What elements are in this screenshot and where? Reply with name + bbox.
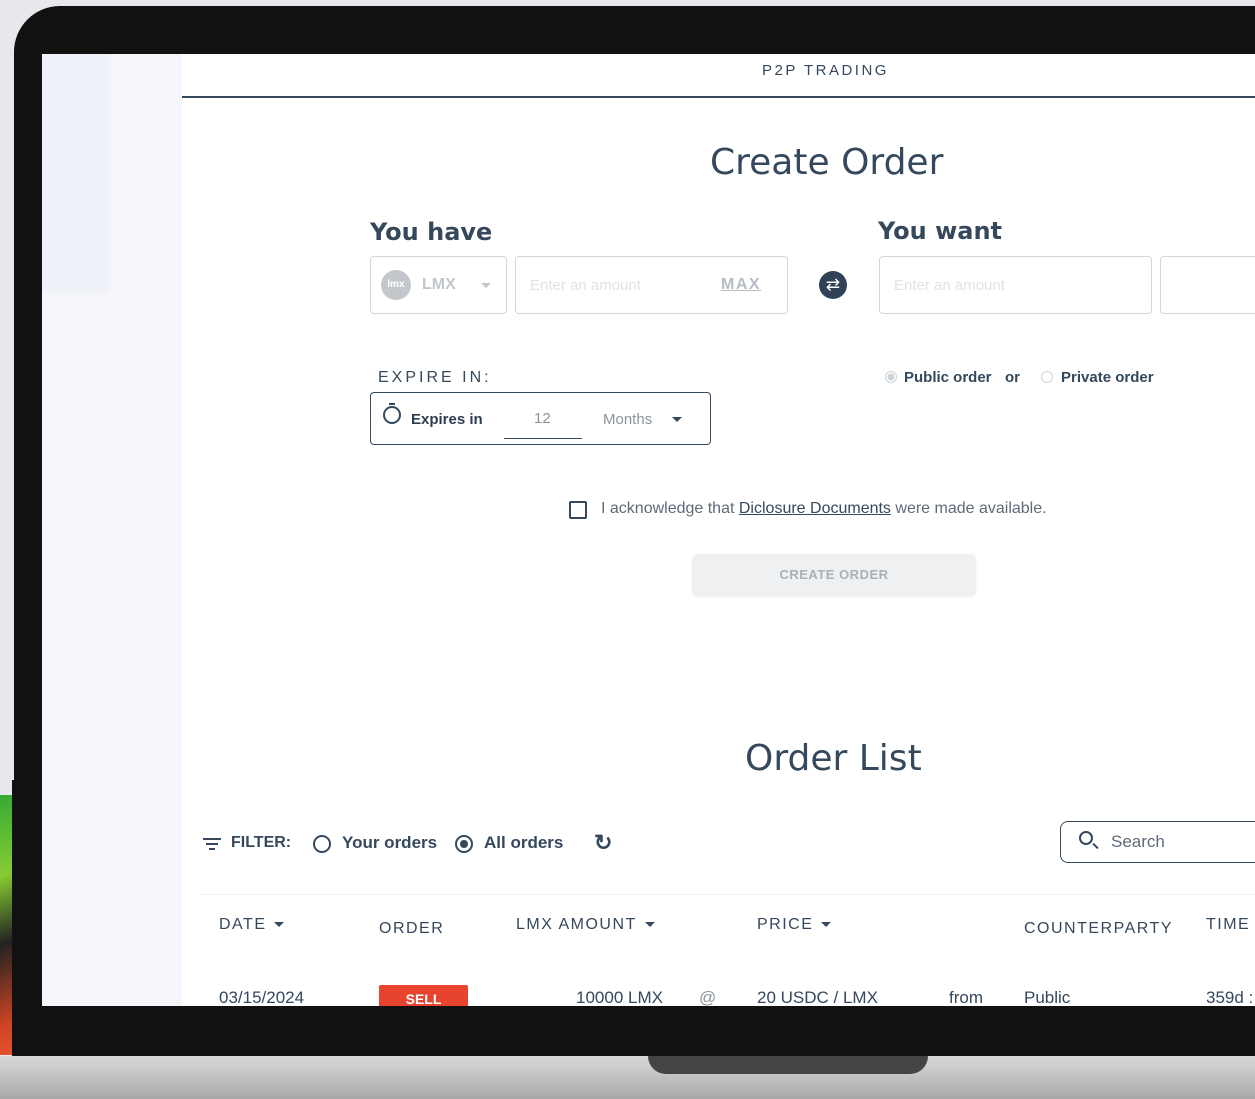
search-icon bbox=[1079, 831, 1093, 845]
private-order-label[interactable]: Private order bbox=[1061, 369, 1154, 386]
create-order-title: Create Order bbox=[710, 142, 944, 183]
all-orders-radio[interactable] bbox=[455, 835, 473, 853]
column-header-price[interactable]: PRICE bbox=[757, 916, 832, 934]
want-amount-input[interactable]: Enter an amount bbox=[879, 256, 1152, 314]
row-time: 359d : bbox=[1206, 988, 1254, 1006]
expire-in-label: EXPIRE IN: bbox=[378, 369, 492, 386]
have-amount-placeholder: Enter an amount bbox=[530, 277, 641, 294]
filter-icon bbox=[203, 838, 221, 850]
chevron-down-icon[interactable] bbox=[672, 417, 682, 422]
or-label: or bbox=[1005, 369, 1020, 386]
want-amount-placeholder: Enter an amount bbox=[894, 277, 1005, 294]
table-divider bbox=[200, 894, 1255, 895]
row-date: 03/15/2024 bbox=[219, 988, 305, 1006]
row-counterparty: Public bbox=[1024, 988, 1071, 1006]
sort-caret-icon bbox=[274, 922, 285, 928]
lmx-token-icon: lmx bbox=[381, 270, 411, 300]
laptop-notch bbox=[648, 1056, 928, 1074]
laptop-base bbox=[0, 1056, 1255, 1099]
column-header-date-label: DATE bbox=[219, 916, 267, 933]
laptop-bezel-edge bbox=[12, 780, 42, 1070]
you-want-label: You want bbox=[878, 217, 1003, 245]
have-token-select[interactable]: lmx LMX bbox=[370, 256, 507, 314]
row-at: @ bbox=[699, 988, 717, 1006]
acknowledge-text: I acknowledge that Diclosure Documents w… bbox=[601, 500, 1047, 518]
expiry-unit[interactable]: Months bbox=[603, 411, 652, 428]
filter-label: FILTER: bbox=[231, 834, 292, 851]
public-order-radio[interactable] bbox=[885, 371, 897, 383]
you-have-label: You have bbox=[370, 218, 493, 246]
page-header: P2P TRADING bbox=[182, 54, 1255, 98]
column-header-time: TIME bbox=[1206, 916, 1251, 933]
row-from: from bbox=[949, 988, 983, 1006]
acknowledge-checkbox[interactable] bbox=[569, 501, 587, 519]
your-orders-label[interactable]: Your orders bbox=[342, 833, 437, 853]
public-order-label[interactable]: Public order bbox=[904, 369, 992, 386]
acknowledge-prefix: I acknowledge that bbox=[601, 500, 739, 517]
acknowledge-suffix: were made available. bbox=[890, 500, 1047, 517]
refresh-icon[interactable]: ↻ bbox=[594, 830, 612, 856]
column-header-amount-label: LMX AMOUNT bbox=[516, 916, 637, 933]
row-amount: 10000 LMX bbox=[576, 988, 663, 1006]
timer-icon bbox=[383, 403, 401, 424]
column-header-order: ORDER bbox=[379, 920, 445, 937]
order-list-title: Order List bbox=[745, 738, 922, 779]
sell-badge: SELL bbox=[379, 985, 468, 1006]
column-header-counterparty: COUNTERPARTY bbox=[1024, 920, 1173, 937]
create-order-button[interactable]: CREATE ORDER bbox=[692, 554, 976, 596]
disclosure-documents-link[interactable]: Diclosure Documents bbox=[739, 500, 891, 517]
app-screen: P2P TRADING Create Order You have You wa… bbox=[42, 54, 1255, 1006]
want-token-select[interactable] bbox=[1160, 256, 1255, 314]
max-button[interactable]: MAX bbox=[721, 276, 761, 294]
search-placeholder: Search bbox=[1111, 832, 1165, 851]
expires-in-text: Expires in bbox=[411, 411, 483, 428]
sort-caret-icon bbox=[821, 922, 832, 928]
expiry-value-input[interactable]: 12 bbox=[504, 402, 582, 439]
column-header-price-label: PRICE bbox=[757, 916, 814, 933]
search-input[interactable]: Search bbox=[1060, 821, 1255, 863]
swap-icon[interactable]: ⇄ bbox=[819, 271, 847, 299]
sidebar bbox=[42, 54, 182, 1006]
row-price: 20 USDC / LMX bbox=[757, 988, 878, 1006]
column-header-amount[interactable]: LMX AMOUNT bbox=[516, 916, 655, 934]
expiry-select[interactable]: Expires in 12 Months bbox=[370, 392, 711, 445]
sidebar-card bbox=[42, 54, 106, 289]
all-orders-label[interactable]: All orders bbox=[484, 833, 563, 853]
private-order-radio[interactable] bbox=[1041, 371, 1053, 383]
chevron-down-icon bbox=[481, 283, 491, 288]
expiry-value: 12 bbox=[534, 410, 551, 427]
column-header-date[interactable]: DATE bbox=[219, 916, 285, 934]
page-header-title: P2P TRADING bbox=[762, 62, 889, 79]
have-token-name: LMX bbox=[422, 276, 456, 293]
have-amount-input[interactable]: Enter an amount MAX bbox=[515, 256, 788, 314]
sort-caret-icon bbox=[644, 922, 655, 928]
your-orders-radio[interactable] bbox=[313, 835, 331, 853]
